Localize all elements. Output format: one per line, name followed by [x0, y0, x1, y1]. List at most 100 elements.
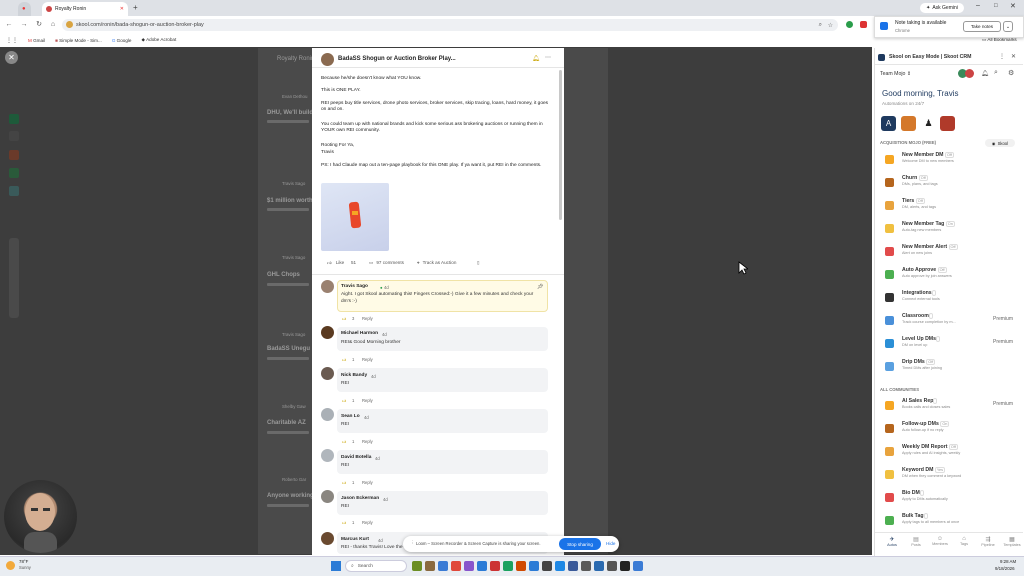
more-icon[interactable]: ⋯ — [545, 54, 551, 61]
taskbar-app-icon[interactable] — [412, 561, 422, 571]
taskbar-app-icon[interactable] — [555, 561, 565, 571]
post-image[interactable] — [321, 183, 389, 251]
comment-author[interactable]: David Botella — [341, 455, 371, 460]
taskbar-app-icon[interactable] — [633, 561, 643, 571]
taskbar-app-icon[interactable] — [503, 561, 513, 571]
automation-item[interactable]: Bio DM Apply to DMs automatically — [885, 490, 1019, 512]
automation-item[interactable]: Classroom Track course completion by m..… — [885, 313, 1019, 335]
nav-tab[interactable]: ☺ Members — [929, 536, 951, 546]
close-icon[interactable]: ✕ — [1011, 53, 1016, 60]
automation-item[interactable]: Churn Off DMs, plans, and tags — [885, 175, 1019, 197]
bookmark-adobe[interactable]: ◆ Adobe Acrobat — [142, 37, 177, 43]
reload-icon[interactable]: ↻ — [34, 19, 44, 29]
automation-item[interactable]: New Member DM Off Welcome DM to new memb… — [885, 152, 1019, 174]
comment-author[interactable]: Nick Bandy — [341, 373, 367, 378]
extension-icon[interactable] — [860, 21, 867, 28]
avatar[interactable] — [965, 69, 974, 78]
close-tab-icon[interactable]: ✕ — [120, 6, 124, 12]
address-bar[interactable]: skool.com/ronin/bada-shogun-or-auction-b… — [62, 19, 838, 31]
author-avatar[interactable] — [321, 53, 334, 66]
bookmark-google[interactable]: G Google — [112, 38, 132, 43]
apps-icon[interactable]: ⋮⋮ — [6, 37, 18, 44]
taskbar-app-icon[interactable] — [581, 561, 591, 571]
comment-author[interactable]: Sean Lo — [341, 414, 360, 419]
webcam-bubble[interactable] — [4, 480, 77, 553]
taskbar-app-icon[interactable] — [477, 561, 487, 571]
avatar[interactable] — [321, 532, 334, 545]
reply-button[interactable]: Reply — [362, 480, 373, 485]
taskbar-app-icon[interactable] — [451, 561, 461, 571]
minimize-icon[interactable]: – — [976, 2, 980, 9]
taskbar-app-icon[interactable] — [425, 561, 435, 571]
track-auction-button[interactable]: ⌖ Track as Auction — [417, 260, 456, 265]
bookmark-gmail[interactable]: M Gmail — [28, 38, 45, 43]
extension-icon[interactable] — [846, 21, 853, 28]
tab-royalty-ronin[interactable]: Royalty Ronin ✕ — [42, 2, 128, 16]
nav-tab[interactable]: ▦ Templates — [1001, 536, 1023, 547]
community-icon[interactable] — [9, 114, 19, 124]
automation-item[interactable]: Level Up DMs DM on level up Premium — [885, 336, 1019, 358]
taskbar-app-icon[interactable] — [620, 561, 630, 571]
stop-sharing-button[interactable]: Stop sharing — [559, 538, 601, 550]
bookmark-star-icon[interactable]: ☆ — [828, 22, 833, 29]
bookmark-simple-mode[interactable]: ■ Simple Mode - Sim... — [55, 38, 102, 43]
skool-filter[interactable]: ◉ Skool — [985, 139, 1015, 147]
community-icon[interactable] — [9, 186, 19, 196]
new-tab-icon[interactable]: + — [133, 3, 138, 12]
thumbs-up-icon[interactable]: 👍︎ — [342, 480, 346, 486]
take-notes-button[interactable]: Take notes — [963, 21, 1001, 32]
maximize-icon[interactable]: □ — [994, 3, 998, 9]
community-icon[interactable] — [9, 131, 19, 141]
reply-button[interactable]: Reply — [362, 398, 373, 403]
drag-handle-icon[interactable]: ⋮ — [410, 540, 415, 546]
automation-item[interactable]: Auto Approve Off Auto approve by join an… — [885, 267, 1019, 289]
nav-tab[interactable]: ⇶ Pipeline — [977, 536, 999, 547]
comment-author[interactable]: Jason Eckerman — [341, 496, 379, 501]
community-icon[interactable] — [9, 150, 19, 160]
bell-icon[interactable]: 🔔︎ — [532, 55, 540, 62]
automation-item[interactable]: AI Sales Rep Books calls and closes sale… — [885, 398, 1019, 420]
like-button[interactable]: 👍︎ Like — [327, 260, 344, 266]
automation-item[interactable]: Follow-up DMs On Auto follow-up if no re… — [885, 421, 1019, 443]
scrollbar[interactable] — [559, 70, 562, 220]
more-icon[interactable]: ⋮ — [999, 53, 1005, 60]
comment-author[interactable]: Travis Sago — [341, 284, 368, 289]
taskbar-app-icon[interactable] — [516, 561, 526, 571]
automation-item[interactable]: Weekly DM Report Off Apply rules and AI … — [885, 444, 1019, 466]
nav-tab[interactable]: ✈ Autos — [881, 536, 903, 547]
taskbar-app-icon[interactable] — [607, 561, 617, 571]
comment-author[interactable]: Marcus Kurt — [341, 537, 369, 542]
thumbs-up-icon[interactable]: 👍︎ — [342, 439, 346, 445]
pin-icon[interactable]: 📌︎ — [537, 284, 543, 290]
nav-tab[interactable]: ⌂ Tags — [953, 536, 975, 546]
community-logo-icon[interactable]: A — [881, 116, 896, 131]
community-logo-icon[interactable] — [901, 116, 916, 131]
reply-button[interactable]: Reply — [362, 357, 373, 362]
back-icon[interactable]: ← — [4, 19, 14, 29]
automation-item[interactable]: Drip DMs Off Timed DMs after joining — [885, 359, 1019, 381]
bell-icon[interactable]: 🔔︎ — [981, 70, 989, 77]
taskbar-app-icon[interactable] — [542, 561, 552, 571]
community-logo-icon[interactable]: ♟ — [921, 116, 936, 131]
site-info-icon[interactable] — [66, 21, 73, 28]
pinned-tab[interactable]: ● — [18, 2, 31, 16]
thumbs-up-icon[interactable]: 👍︎ — [342, 357, 346, 363]
team-selector[interactable]: Team Mojo ⇕ — [880, 71, 911, 77]
home-icon[interactable]: ⌂ — [48, 19, 58, 29]
reply-button[interactable]: Reply — [362, 439, 373, 444]
taskbar-search[interactable]: ⌕ Search — [345, 560, 407, 572]
zoom-icon[interactable]: ⌕ — [819, 22, 822, 29]
hide-button[interactable]: Hide — [606, 541, 615, 546]
bookmark-icon[interactable]: ▯ — [477, 260, 480, 266]
automation-item[interactable]: Integrations Connect external tools — [885, 290, 1019, 312]
windows-start-icon[interactable] — [331, 561, 341, 571]
avatar[interactable] — [321, 367, 334, 380]
avatar[interactable] — [321, 326, 334, 339]
reply-button[interactable]: Reply — [362, 316, 373, 321]
forward-icon[interactable]: → — [19, 19, 29, 29]
avatar[interactable] — [321, 449, 334, 462]
nav-tab[interactable]: ▤ Posts — [905, 536, 927, 547]
taskbar-app-icon[interactable] — [529, 561, 539, 571]
comment-author[interactable]: Michael Harmon — [341, 331, 378, 336]
thumbs-up-icon[interactable]: 👍︎ — [342, 520, 346, 526]
